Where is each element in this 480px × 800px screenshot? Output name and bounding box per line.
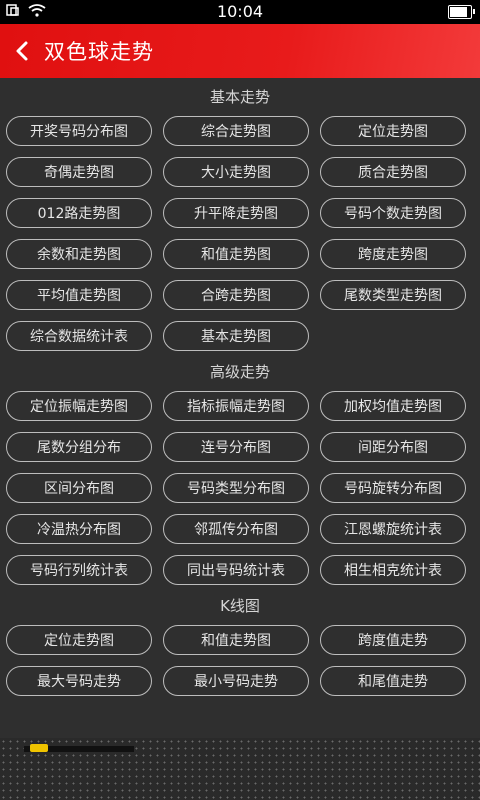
chart-option-button[interactable]: 最小号码走势 — [163, 666, 309, 696]
section-title: 高级走势 — [209, 363, 270, 381]
section-title: 基本走势 — [209, 88, 270, 106]
chart-option-button[interactable]: 开奖号码分布图 — [6, 116, 152, 146]
chart-option-button[interactable]: 加权均值走势图 — [320, 391, 466, 421]
chart-option-button[interactable]: 基本走势图 — [163, 321, 309, 351]
section-grid: 定位振幅走势图 指标振幅走势图 加权均值走势图尾数分组分布 连号分布图 间距分布图区间分… — [0, 391, 480, 585]
chart-option-button[interactable]: 升平降走势图 — [163, 198, 309, 228]
chart-option-button[interactable]: 号码旋转分布图 — [320, 473, 466, 503]
chart-option-button[interactable]: 余数和走势图 — [6, 239, 152, 269]
chart-option-button[interactable]: 区间分布图 — [6, 473, 152, 503]
chart-option-button[interactable]: 跨度值走势 — [320, 625, 466, 655]
chart-menu: 基本走势 开奖号码分布图 综合走势图 定位走势图 奇偶走势图 大小走势图 质合走势图 012路… — [0, 78, 480, 738]
section-grid: 开奖号码分布图 综合走势图 定位走势图奇偶走势图 大小走势图 质合走势图 012路走势图升… — [0, 116, 480, 351]
chart-option-button[interactable]: 指标振幅走势图 — [163, 391, 309, 421]
chart-option-button[interactable]: 和值走势图 — [163, 625, 309, 655]
chart-option-button[interactable]: 综合走势图 — [163, 116, 309, 146]
section-title: K线图 — [220, 597, 260, 615]
chart-option-button[interactable]: 尾数类型走势图 — [320, 280, 466, 310]
battery-icon — [448, 5, 475, 19]
chart-option-button[interactable]: 跨度走势图 — [320, 239, 466, 269]
chart-option-button[interactable]: 平均值走势图 — [6, 280, 152, 310]
chart-option-button[interactable]: 和尾值走势 — [320, 666, 466, 696]
chart-option-button[interactable]: 号码个数走势图 — [320, 198, 466, 228]
chart-option-button[interactable]: 定位走势图 — [320, 116, 466, 146]
chart-option-button[interactable]: 尾数分组分布 — [6, 432, 152, 462]
chart-option-button[interactable]: 相生相克统计表 — [320, 555, 466, 585]
chart-option-button[interactable]: 间距分布图 — [320, 432, 466, 462]
chart-option-button[interactable]: 012路走势图 — [6, 198, 152, 228]
chart-option-button[interactable]: 定位振幅走势图 — [6, 391, 152, 421]
chart-option-button[interactable]: 最大号码走势 — [6, 666, 152, 696]
bottom-overlay — [0, 738, 480, 800]
app-header: 双色球走势 — [0, 24, 480, 78]
chart-option-button[interactable]: 质合走势图 — [320, 157, 466, 187]
section-grid: 定位走势图 和值走势图 跨度值走势最大号码走势 最小号码走势 和尾值走势 — [0, 625, 480, 696]
page-title: 双色球走势 — [44, 40, 154, 64]
chart-option-button[interactable]: 综合数据统计表 — [6, 321, 152, 351]
status-bar: 10:04 — [0, 0, 480, 24]
back-button[interactable] — [10, 39, 34, 63]
chart-option-button[interactable]: 冷温热分布图 — [6, 514, 152, 544]
chart-option-button[interactable]: 合跨走势图 — [163, 280, 309, 310]
bottom-bar — [24, 744, 134, 752]
chart-option-button[interactable]: 奇偶走势图 — [6, 157, 152, 187]
chart-option-button[interactable]: 号码类型分布图 — [163, 473, 309, 503]
chart-option-button[interactable]: 号码行列统计表 — [6, 555, 152, 585]
chart-option-button[interactable]: 同出号码统计表 — [163, 555, 309, 585]
chevron-left-icon — [16, 41, 28, 61]
chart-option-button[interactable]: 大小走势图 — [163, 157, 309, 187]
status-time: 10:04 — [216, 2, 264, 21]
battery-fill — [450, 7, 468, 17]
chart-option-button[interactable]: 江恩螺旋统计表 — [320, 514, 466, 544]
chart-option-button[interactable]: 定位走势图 — [6, 625, 152, 655]
chart-option-button[interactable]: 和值走势图 — [163, 239, 309, 269]
chart-option-button[interactable]: 邻孤传分布图 — [163, 514, 309, 544]
chart-option-button[interactable]: 连号分布图 — [163, 432, 309, 462]
